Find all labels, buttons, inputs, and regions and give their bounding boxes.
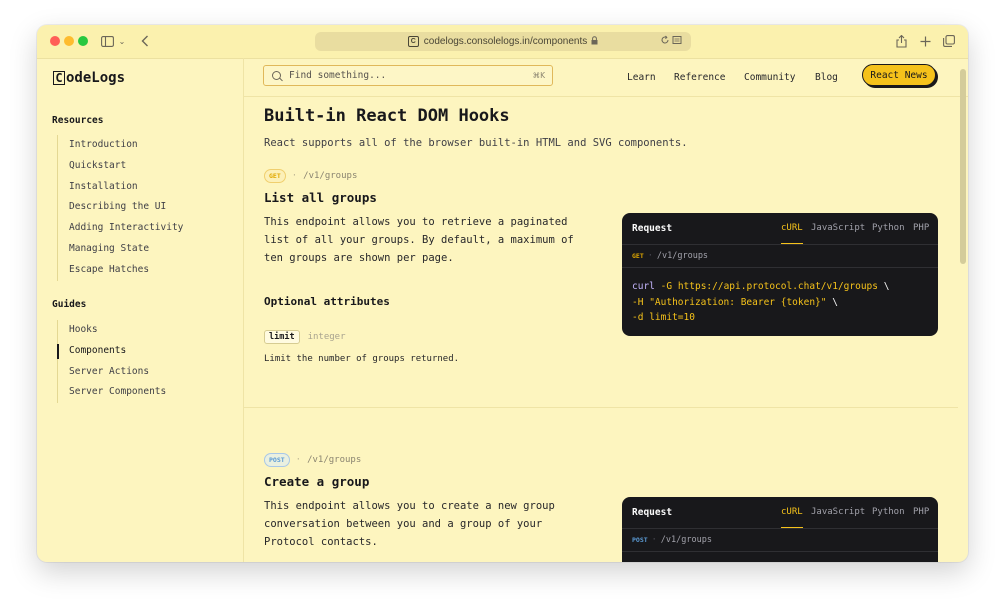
- page-title: Built-in React DOM Hooks: [264, 106, 510, 126]
- separator-dot: ·: [647, 251, 653, 261]
- method-badge: POST: [264, 453, 290, 467]
- main-content: Built-in React DOM Hooks React supports …: [243, 97, 958, 562]
- nav-link-reference[interactable]: Reference: [674, 72, 725, 83]
- code-panel: Request cURL JavaScript Python PHP GET ·…: [622, 213, 938, 336]
- nav-link-blog[interactable]: Blog: [815, 72, 838, 83]
- back-icon[interactable]: [138, 33, 152, 49]
- optional-attributes-heading: Optional attributes: [264, 295, 390, 308]
- code-method: POST: [632, 536, 648, 544]
- new-tab-icon[interactable]: [918, 33, 932, 49]
- address-bar[interactable]: C codelogs.consolelogs.in/components: [315, 32, 691, 51]
- minimize-window-button[interactable]: [64, 36, 74, 46]
- nav-link-learn[interactable]: Learn: [627, 72, 656, 83]
- sidebar-item-describing-the-ui[interactable]: Describing the UI: [58, 197, 183, 218]
- code-method: GET: [632, 252, 644, 260]
- sidebar-item-quickstart[interactable]: Quickstart: [58, 156, 183, 177]
- search-shortcut: ⌘K: [532, 71, 545, 80]
- code-panel-header: Request cURL JavaScript Python PHP: [622, 497, 938, 529]
- maximize-window-button[interactable]: [78, 36, 88, 46]
- logo-mark: C: [53, 71, 65, 85]
- site-favicon-icon: C: [407, 36, 419, 47]
- tab-javascript[interactable]: JavaScript: [811, 507, 865, 517]
- code-token: -d: [632, 312, 644, 323]
- reload-icon[interactable]: [661, 35, 683, 48]
- sidebar-item-introduction[interactable]: Introduction: [58, 135, 183, 156]
- tab-overview-icon[interactable]: [942, 33, 956, 49]
- tab-curl[interactable]: cURL: [781, 223, 803, 244]
- endpoint-path: /v1/groups: [303, 171, 358, 181]
- attribute-name: limit: [264, 330, 300, 344]
- attribute-type: integer: [307, 332, 346, 342]
- search-input[interactable]: Find something... ⌘K: [263, 65, 553, 86]
- url-text: codelogs.consolelogs.in/components: [423, 36, 588, 47]
- chevron-down-icon[interactable]: ⌄: [117, 33, 127, 49]
- code-token: limit=10: [649, 312, 695, 323]
- separator-dot: ·: [651, 535, 657, 545]
- scrollbar[interactable]: [960, 69, 966, 264]
- sidebar-item-components[interactable]: Components: [56, 341, 166, 362]
- code-panel-endpoint: POST · /v1/groups: [622, 529, 938, 552]
- nav-group-guides: Hooks Components Server Actions Server C…: [56, 320, 166, 404]
- separator-dot: ·: [291, 171, 298, 181]
- attribute-row: limit integer: [264, 330, 346, 344]
- nav-group-resources: Introduction Quickstart Installation Des…: [57, 135, 183, 281]
- code-token: https://api.protocol.chat/v1/groups: [677, 281, 878, 292]
- browser-window: ⌄ C codelogs.consolelogs.in/components C…: [37, 25, 968, 562]
- sidebar-item-hooks[interactable]: Hooks: [58, 320, 166, 341]
- section-divider: [243, 407, 958, 408]
- code-panel-title: Request: [632, 507, 673, 518]
- sidebar-item-installation[interactable]: Installation: [58, 177, 183, 198]
- react-news-button[interactable]: React News: [862, 64, 936, 86]
- code-path: /v1/groups: [656, 251, 709, 261]
- code-token: curl: [632, 281, 655, 292]
- code-token: \: [832, 296, 838, 308]
- search-icon: [272, 71, 281, 80]
- endpoint-title: Create a group: [264, 474, 370, 489]
- close-window-button[interactable]: [50, 36, 60, 46]
- separator-dot: ·: [295, 455, 302, 465]
- code-panel-header: Request cURL JavaScript Python PHP: [622, 213, 938, 245]
- tab-curl[interactable]: cURL: [781, 507, 803, 528]
- code-token: -G: [660, 281, 673, 292]
- brand-logo[interactable]: CodeLogs: [53, 70, 125, 86]
- nav-link-community[interactable]: Community: [744, 72, 795, 83]
- code-token: \: [883, 281, 890, 292]
- endpoint-description: This endpoint allows you to create a new…: [264, 500, 555, 548]
- endpoint-title: List all groups: [264, 190, 377, 205]
- method-badge: GET: [264, 169, 286, 183]
- nav-heading-guides: Guides: [52, 299, 87, 310]
- tab-javascript[interactable]: JavaScript: [811, 223, 865, 233]
- tab-php[interactable]: PHP: [913, 223, 929, 233]
- sidebar-item-escape-hatches[interactable]: Escape Hatches: [58, 260, 183, 281]
- code-panel-title: Request: [632, 223, 673, 234]
- browser-toolbar: ⌄ C codelogs.consolelogs.in/components: [37, 25, 968, 59]
- attribute-description: Limit the number of groups returned.: [264, 354, 460, 364]
- endpoint-meta: POST · /v1/groups: [264, 453, 361, 467]
- sidebar-item-managing-state[interactable]: Managing State: [58, 239, 183, 260]
- share-icon[interactable]: [894, 33, 908, 49]
- nav-heading-resources: Resources: [52, 115, 104, 126]
- page-lead: React supports all of the browser built-…: [264, 137, 688, 149]
- sidebar-item-server-components[interactable]: Server Components: [58, 382, 166, 403]
- tab-python[interactable]: Python: [872, 223, 905, 233]
- code-panel: Request cURL JavaScript Python PHP POST …: [622, 497, 938, 562]
- endpoint-description: This endpoint allows you to retrieve a p…: [264, 216, 574, 264]
- endpoint-path: /v1/groups: [307, 455, 362, 465]
- search-placeholder: Find something...: [289, 70, 387, 81]
- sidebar-item-adding-interactivity[interactable]: Adding Interactivity: [58, 218, 183, 239]
- tab-python[interactable]: Python: [872, 507, 905, 517]
- endpoint-meta: GET · /v1/groups: [264, 169, 357, 183]
- top-navigation: Find something... ⌘K Learn Reference Com…: [243, 58, 968, 97]
- sidebar-toggle-icon[interactable]: [99, 33, 115, 49]
- lock-icon: [591, 36, 598, 47]
- sidebar-item-server-actions[interactable]: Server Actions: [58, 362, 166, 383]
- code-token: "Authorization: Bearer {token}": [649, 296, 827, 308]
- logo-text: odeLogs: [66, 70, 126, 86]
- code-snippet[interactable]: curl -G https://api.protocol.chat/v1/gro…: [622, 268, 938, 335]
- code-path: /v1/groups: [660, 535, 712, 545]
- sidebar: CodeLogs Resources Introduction Quicksta…: [37, 58, 244, 562]
- tab-php[interactable]: PHP: [913, 507, 929, 517]
- code-token: -H: [632, 296, 644, 308]
- code-panel-endpoint: GET · /v1/groups: [622, 245, 938, 268]
